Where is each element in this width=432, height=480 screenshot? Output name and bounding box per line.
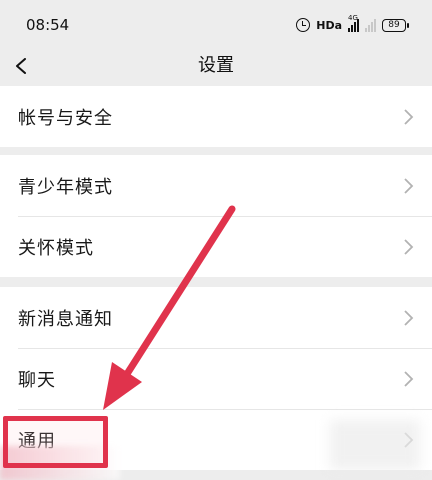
nav-bar: 设置 [0,46,432,86]
status-icons: HDa 4G 89 [296,14,409,34]
signal-icon: 4G [348,14,359,32]
settings-group-modes: 青少年模式 关怀模式 [0,155,432,277]
settings-row-notifications[interactable]: 新消息通知 [0,287,432,348]
page-title: 设置 [198,55,234,76]
signal-2-icon [365,18,376,32]
row-label: 帐号与安全 [18,107,113,129]
settings-row-account-security[interactable]: 帐号与安全 [0,86,432,147]
blurred-overlay [330,420,420,470]
settings-group-account: 帐号与安全 [0,86,432,147]
hd-label: HDa [316,18,342,32]
chevron-right-icon [404,109,414,125]
settings-row-teen-mode[interactable]: 青少年模式 [0,155,432,216]
alarm-icon [296,18,311,32]
row-label: 关怀模式 [18,237,94,259]
chevron-right-icon [404,239,414,255]
battery-icon: 89 [382,18,409,32]
status-bar: 08:54 HDa 4G 89 [0,0,432,46]
row-label: 聊天 [18,369,56,391]
chevron-right-icon [404,371,414,387]
row-label: 新消息通知 [18,308,113,330]
network-tag: 4G [348,13,358,22]
chevron-right-icon [404,310,414,326]
chevron-right-icon [404,178,414,194]
settings-row-care-mode[interactable]: 关怀模式 [0,216,432,277]
annotation-highlight-box [3,416,108,468]
status-time: 08:54 [26,16,70,34]
row-label: 青少年模式 [18,176,113,198]
settings-row-chat[interactable]: 聊天 [0,348,432,409]
